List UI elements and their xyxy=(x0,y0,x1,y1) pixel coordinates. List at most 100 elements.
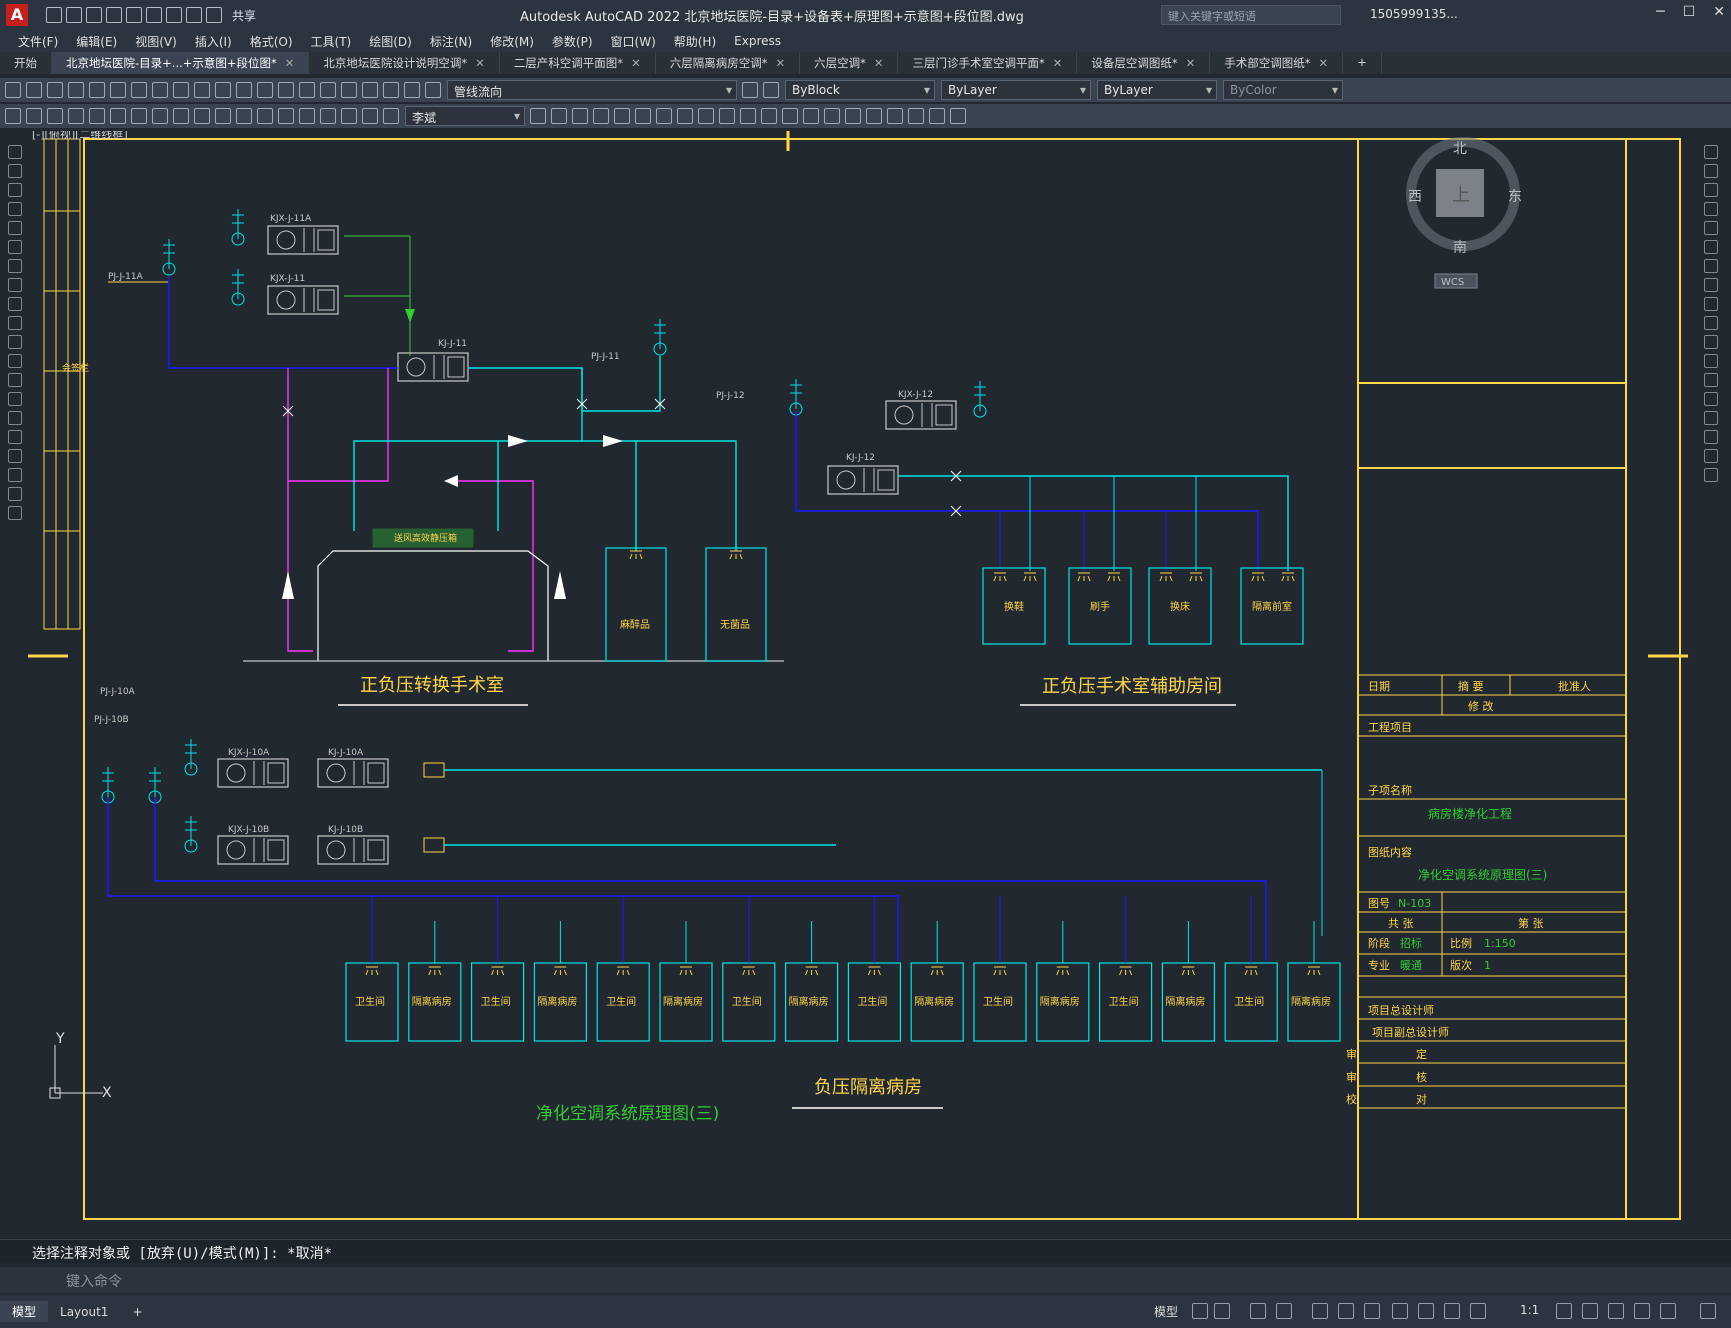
dim-ordinate-icon[interactable] xyxy=(89,108,105,124)
ortho-icon[interactable] xyxy=(1250,1303,1266,1319)
new-icon[interactable] xyxy=(46,7,62,23)
save-icon[interactable] xyxy=(86,7,102,23)
web-save-icon[interactable] xyxy=(146,7,162,23)
close-icon[interactable]: ✕ xyxy=(475,56,485,70)
quick-dim-icon[interactable] xyxy=(194,108,210,124)
break-at-point-icon[interactable] xyxy=(1704,354,1718,368)
hardware-accel-icon[interactable] xyxy=(1634,1303,1650,1319)
lineweight-icon[interactable] xyxy=(1418,1303,1434,1319)
inspection-icon[interactable] xyxy=(299,108,315,124)
annotation-visibility-icon[interactable] xyxy=(1392,1303,1408,1319)
menu-help[interactable]: 帮助(H) xyxy=(674,33,716,50)
search-input[interactable]: 键入关键字或短语 xyxy=(1161,5,1341,25)
dim-update-icon[interactable] xyxy=(383,108,399,124)
undo-icon[interactable] xyxy=(186,7,202,23)
dim-baseline-icon[interactable] xyxy=(215,108,231,124)
object-snap-icon[interactable] xyxy=(1338,1303,1354,1319)
linetype-dropdown[interactable]: ByLayer xyxy=(941,80,1091,100)
multiline-text-icon[interactable] xyxy=(8,487,22,501)
dim-linear-icon[interactable] xyxy=(26,108,42,124)
copy-icon[interactable] xyxy=(551,108,567,124)
isodraft-icon[interactable] xyxy=(1312,1303,1328,1319)
publish-icon[interactable] xyxy=(110,82,126,98)
stretch-icon[interactable] xyxy=(1704,297,1718,311)
plus-icon[interactable] xyxy=(1582,1303,1598,1319)
fillet-icon[interactable] xyxy=(803,108,819,124)
trim-icon[interactable] xyxy=(719,108,735,124)
dim-angular-icon[interactable] xyxy=(173,108,189,124)
menu-draw[interactable]: 绘图(D) xyxy=(369,33,412,50)
hatch-icon[interactable] xyxy=(8,411,22,425)
chamfer-icon[interactable] xyxy=(782,108,798,124)
dim-arc-icon[interactable] xyxy=(68,108,84,124)
spline-icon[interactable] xyxy=(8,297,22,311)
rectangle-icon[interactable] xyxy=(8,221,22,235)
ellipse-arc-icon[interactable] xyxy=(8,335,22,349)
gear-icon[interactable] xyxy=(1556,1303,1572,1319)
new-tab-button[interactable]: + xyxy=(1343,52,1382,74)
tab-operating-room[interactable]: 三层门诊手术室空调平面* ✕ xyxy=(898,52,1078,74)
match-properties-icon[interactable] xyxy=(194,82,210,98)
offset-icon[interactable] xyxy=(593,108,609,124)
tab-design-notes[interactable]: 北京地坛医院设计说明空调* ✕ xyxy=(309,52,500,74)
break-icon[interactable] xyxy=(1704,373,1718,387)
table-icon[interactable] xyxy=(8,468,22,482)
close-icon[interactable]: ✕ xyxy=(1053,56,1063,70)
dim-style-icon[interactable] xyxy=(530,108,546,124)
circle-icon[interactable] xyxy=(8,259,22,273)
color-dropdown[interactable]: ByBlock xyxy=(785,80,935,100)
region-icon[interactable] xyxy=(929,108,945,124)
close-icon[interactable]: ✕ xyxy=(1713,4,1725,20)
tab-obstetric[interactable]: 二层产科空调平面图* ✕ xyxy=(500,52,656,74)
menu-modify[interactable]: 修改(M) xyxy=(490,33,534,50)
mirror-icon[interactable] xyxy=(1704,183,1718,197)
tab-active-drawing[interactable]: 北京地坛医院-目录+...+示意图+段位图* ✕ xyxy=(52,52,310,74)
isolate-icon[interactable] xyxy=(1608,1303,1624,1319)
redo-icon[interactable] xyxy=(236,82,252,98)
maximize-icon[interactable]: ☐ xyxy=(1683,4,1696,20)
erase-icon[interactable] xyxy=(1704,145,1718,159)
paste-icon[interactable] xyxy=(173,82,189,98)
construction-line-icon[interactable] xyxy=(8,164,22,178)
insert-block-icon[interactable] xyxy=(8,354,22,368)
fillet-icon[interactable] xyxy=(1704,430,1718,444)
layer-state-icon[interactable] xyxy=(742,82,758,98)
insert-icon[interactable] xyxy=(866,108,882,124)
extend-icon[interactable] xyxy=(1704,335,1718,349)
explode-icon[interactable] xyxy=(1704,468,1718,482)
jogged-linear-icon[interactable] xyxy=(320,108,336,124)
open-icon[interactable] xyxy=(66,7,82,23)
redo-icon[interactable] xyxy=(206,7,222,23)
menu-window[interactable]: 窗口(W) xyxy=(611,33,656,50)
array-icon[interactable] xyxy=(614,108,630,124)
move-icon[interactable] xyxy=(1704,240,1718,254)
zoom-icon[interactable] xyxy=(278,82,294,98)
text-style-dropdown[interactable]: 李斌 xyxy=(405,106,525,126)
arc-icon[interactable] xyxy=(8,240,22,254)
selection-cycling-icon[interactable] xyxy=(1364,1303,1380,1319)
close-icon[interactable]: ✕ xyxy=(775,56,785,70)
table-icon[interactable] xyxy=(950,108,966,124)
autocad-logo-icon[interactable]: A xyxy=(6,4,28,26)
layer-previous-icon[interactable] xyxy=(763,82,779,98)
add-selected-icon[interactable] xyxy=(8,506,22,520)
annotation-scale[interactable]: 1:1 xyxy=(1520,1303,1539,1317)
block-icon[interactable] xyxy=(845,108,861,124)
open-icon[interactable] xyxy=(26,82,42,98)
tab-equipment-floor[interactable]: 设备层空调图纸* ✕ xyxy=(1077,52,1211,74)
dim-jogged-icon[interactable] xyxy=(131,108,147,124)
plotstyle-dropdown[interactable]: ByColor xyxy=(1223,80,1343,100)
blend-icon[interactable] xyxy=(1704,449,1718,463)
zoom-window-icon[interactable] xyxy=(299,82,315,98)
lineweight-dropdown[interactable]: ByLayer xyxy=(1097,80,1217,100)
print-icon[interactable] xyxy=(166,7,182,23)
share-button[interactable]: 共享 xyxy=(232,7,256,24)
point-icon[interactable] xyxy=(8,392,22,406)
tab-sixth-floor[interactable]: 六层空调* ✕ xyxy=(800,52,899,74)
menu-dimension[interactable]: 标注(N) xyxy=(430,33,472,50)
extend-icon[interactable] xyxy=(740,108,756,124)
break-icon[interactable] xyxy=(761,108,777,124)
close-icon[interactable]: ✕ xyxy=(1186,56,1196,70)
copy-icon[interactable] xyxy=(1704,164,1718,178)
undo-icon[interactable] xyxy=(215,82,231,98)
